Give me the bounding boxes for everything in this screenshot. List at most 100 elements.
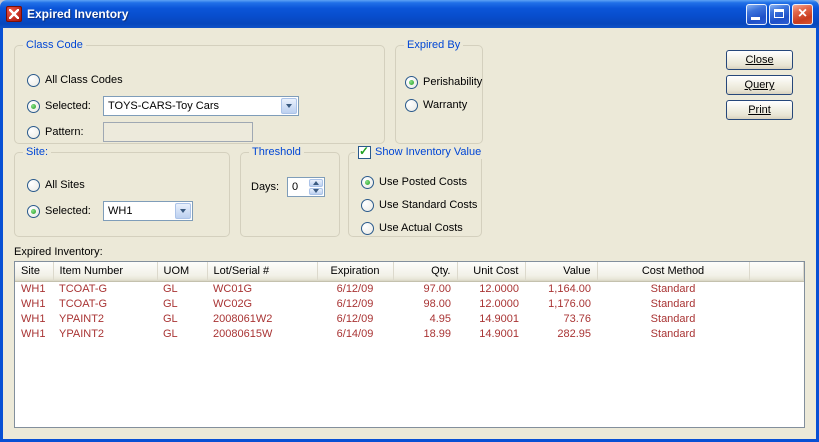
table-cell: GL	[163, 312, 178, 325]
pattern-radio[interactable]: Pattern:	[27, 125, 84, 139]
table-cell: Standard	[650, 327, 696, 340]
days-value: 0	[292, 181, 299, 193]
table-cell: Standard	[650, 282, 696, 295]
table-cell: 1,176.00	[548, 297, 591, 310]
radio-circle-icon	[361, 221, 374, 235]
close-icon[interactable]	[792, 3, 813, 25]
table-cell: GL	[163, 327, 178, 340]
table-cell: 18.99	[423, 327, 451, 340]
table-cell: WH1	[21, 282, 46, 295]
radio-circle-icon	[27, 73, 40, 87]
window-controls	[746, 3, 813, 25]
all-class-codes-label: All Class Codes	[45, 74, 123, 86]
table-cell: YPAINT2	[59, 312, 105, 325]
use-standard-costs-radio[interactable]: Use Standard Costs	[361, 198, 477, 212]
table-cell: 282.95	[557, 327, 591, 340]
spin-up-button[interactable]	[309, 179, 323, 187]
chevron-down-icon	[180, 209, 186, 213]
show-inventory-value-checkbox[interactable]: Show Inventory Value	[355, 144, 485, 159]
table-cell-filler	[749, 281, 804, 296]
site-group: Site: All Sites Selected: WH1	[14, 145, 230, 237]
all-sites-label: All Sites	[45, 179, 85, 191]
threshold-group: Threshold Days: 0	[240, 145, 340, 237]
column-header[interactable]: UOM	[157, 262, 208, 282]
table-row[interactable]: WH1 YPAINT2 GL 2008061W2 6/12/09 4.95 14.9001 7…	[15, 311, 804, 326]
table-cell: TCOAT-G	[59, 297, 108, 310]
perishability-label: Perishability	[423, 76, 483, 88]
title-bar[interactable]: Expired Inventory	[0, 0, 819, 28]
table-body: WH1 TCOAT-G GL WC01G 6/12/09 97.00 12.0000 1,16…	[15, 281, 804, 341]
use-actual-costs-radio[interactable]: Use Actual Costs	[361, 221, 463, 235]
radio-circle-icon	[27, 204, 40, 218]
selected-class-radio[interactable]: Selected:	[27, 99, 91, 113]
radio-circle-icon	[27, 125, 40, 139]
app-icon[interactable]	[6, 6, 22, 22]
selected-class-label: Selected:	[45, 100, 91, 112]
table-cell: YPAINT2	[59, 327, 105, 340]
close-button[interactable]: Close	[726, 50, 793, 70]
days-spinbox[interactable]: 0	[287, 177, 325, 197]
site-combobox-arrow-button[interactable]	[175, 203, 191, 219]
query-button[interactable]: Query	[726, 75, 793, 95]
checkbox-icon	[358, 144, 371, 159]
column-header[interactable]: Qty.	[393, 262, 458, 282]
table-cell: 12.0000	[479, 282, 519, 295]
use-posted-costs-radio[interactable]: Use Posted Costs	[361, 175, 467, 189]
spin-down-button[interactable]	[309, 187, 323, 195]
maximize-icon[interactable]	[769, 3, 790, 25]
perishability-radio[interactable]: Perishability	[405, 75, 482, 89]
table-cell: WC02G	[213, 297, 253, 310]
column-header[interactable]: Value	[525, 262, 598, 282]
dialog-body: Class Code All Class Codes Selected: TOY…	[0, 28, 819, 442]
table-cell: Standard	[650, 312, 696, 325]
radio-circle-icon	[27, 99, 40, 113]
pattern-input[interactable]	[103, 122, 253, 142]
column-header[interactable]: Item Number	[53, 262, 158, 282]
table-cell: 2008061W2	[213, 312, 273, 325]
table-header-row: Site Item Number UOM Lot/Serial # Expiration…	[15, 262, 804, 282]
table-cell: 6/12/09	[336, 282, 374, 295]
expired-by-group: Expired By Perishability Warranty	[395, 38, 483, 144]
selected-site-radio[interactable]: Selected:	[27, 204, 91, 218]
class-code-combobox-value: TOYS-CARS-Toy Cars	[108, 100, 220, 112]
column-header[interactable]: Unit Cost	[457, 262, 526, 282]
inventory-table: Site Item Number UOM Lot/Serial # Expiration…	[15, 262, 804, 341]
radio-circle-icon	[361, 198, 374, 212]
table-cell: 98.00	[423, 297, 451, 310]
table-cell: WH1	[21, 312, 46, 325]
column-header[interactable]: Expiration	[317, 262, 394, 282]
table-cell: 14.9001	[479, 327, 519, 340]
table-cell: Standard	[650, 297, 696, 310]
class-code-combobox[interactable]: TOYS-CARS-Toy Cars	[103, 96, 299, 116]
spinner-buttons	[309, 179, 323, 195]
use-actual-costs-label: Use Actual Costs	[379, 222, 463, 234]
column-header[interactable]: Cost Method	[597, 262, 750, 282]
warranty-radio[interactable]: Warranty	[405, 98, 467, 112]
table-cell: WH1	[21, 297, 46, 310]
site-group-title: Site:	[23, 145, 52, 159]
table-row[interactable]: WH1 YPAINT2 GL 20080615W 6/14/09 18.99 14.9001…	[15, 326, 804, 341]
class-code-group-title: Class Code	[23, 38, 86, 52]
table-cell-filler	[749, 326, 804, 341]
print-button[interactable]: Print	[726, 100, 793, 120]
selected-site-label: Selected:	[45, 205, 91, 217]
column-header[interactable]: Lot/Serial #	[207, 262, 318, 282]
column-header[interactable]: Site	[15, 262, 54, 282]
expired-inventory-label: Expired Inventory:	[14, 246, 103, 258]
pattern-label: Pattern:	[45, 126, 84, 138]
all-sites-radio[interactable]: All Sites	[27, 178, 85, 192]
expired-inventory-table: Site Item Number UOM Lot/Serial # Expiration…	[14, 261, 805, 428]
table-cell: 12.0000	[479, 297, 519, 310]
chevron-down-icon	[286, 104, 292, 108]
table-cell: 20080615W	[213, 327, 273, 340]
all-class-codes-radio[interactable]: All Class Codes	[27, 73, 123, 87]
class-code-combobox-arrow-button[interactable]	[281, 98, 297, 114]
table-row[interactable]: WH1 TCOAT-G GL WC01G 6/12/09 97.00 12.0000 1,16…	[15, 281, 804, 296]
minimize-icon[interactable]	[746, 3, 767, 25]
use-posted-costs-label: Use Posted Costs	[379, 176, 468, 188]
table-cell: WH1	[21, 327, 46, 340]
table-row[interactable]: WH1 TCOAT-G GL WC02G 6/12/09 98.00 12.0000 1,17…	[15, 296, 804, 311]
table-cell-filler	[749, 311, 804, 326]
site-combobox[interactable]: WH1	[103, 201, 193, 221]
table-cell: 6/12/09	[336, 312, 374, 325]
